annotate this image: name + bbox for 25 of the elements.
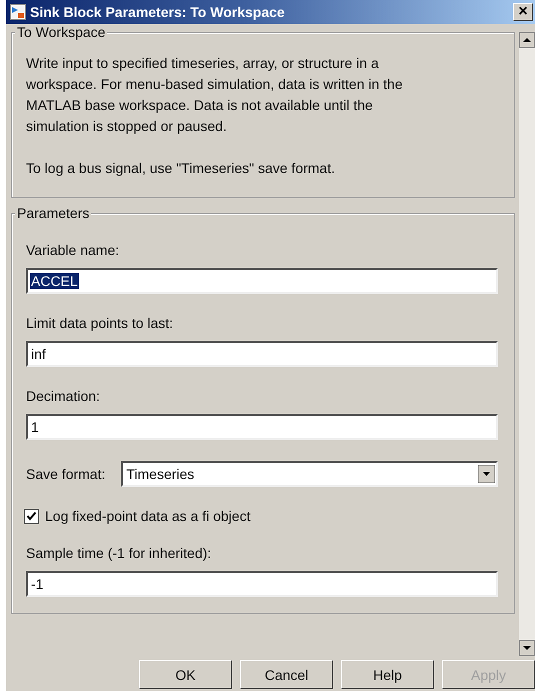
field-label: Save format: xyxy=(26,466,106,482)
dialog-button[interactable]: OK xyxy=(139,660,232,689)
group-title: To Workspace xyxy=(15,24,108,40)
text-field[interactable]: ACCEL xyxy=(26,268,498,294)
dialog-button[interactable]: Help xyxy=(341,660,434,689)
dropdown-field[interactable]: Timeseries xyxy=(121,461,498,487)
description-text: Write input to specified timeseries, array, or structure in a workspace. For menu-based simulation, data is written in the MATLAB base workspace. Data is not available until the simulation is stopped or paused. xyxy=(26,54,404,136)
app-icon xyxy=(10,4,26,20)
checkbox[interactable] xyxy=(24,508,39,524)
checkbox-label: Log fixed-point data as a fi object xyxy=(45,508,250,524)
text-field[interactable]: -1 xyxy=(26,571,498,597)
scroll-up-icon[interactable] xyxy=(519,32,535,48)
group-title: Parameters xyxy=(15,205,92,221)
dialog-button[interactable]: Cancel xyxy=(240,660,333,689)
field-label: Decimation: xyxy=(26,388,101,404)
dropdown-arrow-icon xyxy=(478,465,495,483)
scroll-down-icon[interactable] xyxy=(519,640,535,656)
window-title: Sink Block Parameters: To Workspace xyxy=(30,4,286,20)
text-field[interactable]: inf xyxy=(26,341,498,367)
close-button[interactable]: × xyxy=(513,3,533,21)
text-field[interactable]: 1 xyxy=(26,414,498,440)
description-text: To log a bus signal, use "Timeseries" save format. xyxy=(26,159,336,178)
field-label: Limit data points to last: xyxy=(26,315,174,331)
field-label: Sample time (-1 for inherited): xyxy=(26,545,212,561)
field-label: Variable name: xyxy=(26,242,120,258)
